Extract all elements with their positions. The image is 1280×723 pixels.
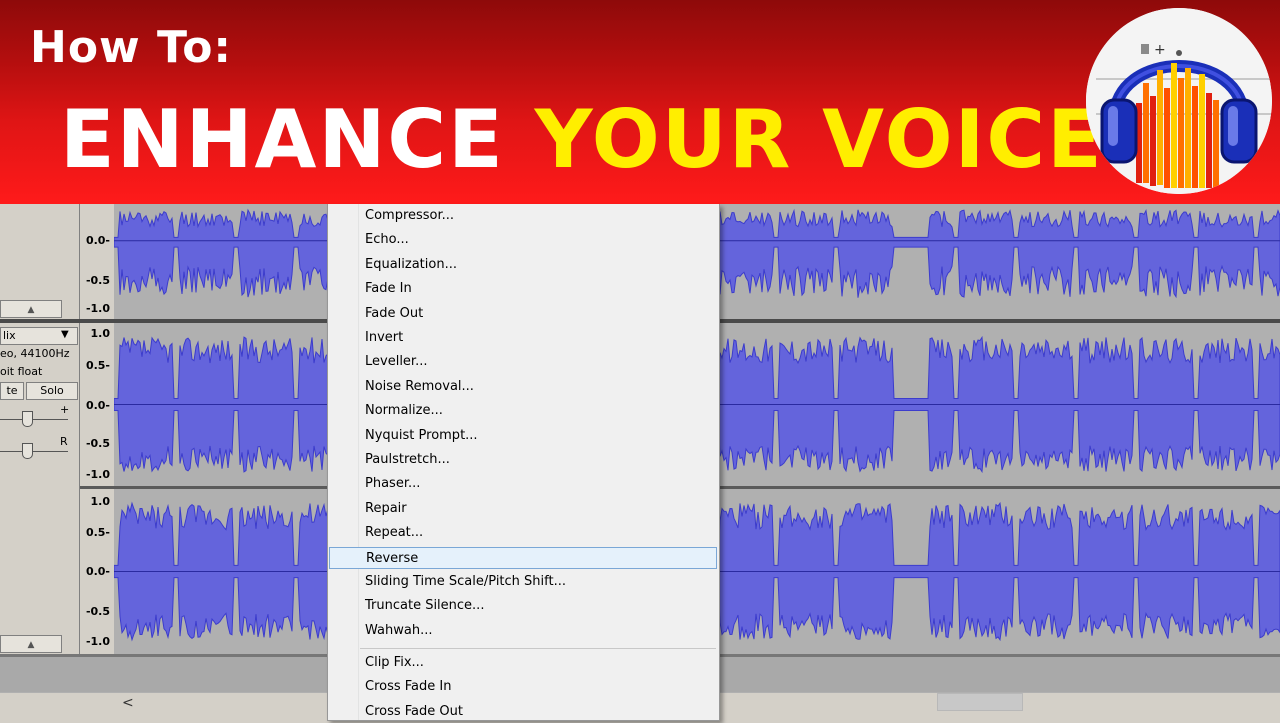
ruler-label: 0.0- <box>85 399 110 412</box>
svg-text:+: + <box>1154 42 1166 58</box>
menu-item-wahwah[interactable]: Wahwah... <box>329 620 717 642</box>
ruler-label: 0.5- <box>85 526 110 539</box>
ruler-label: 0.5- <box>85 359 110 372</box>
menu-item-normalize[interactable]: Normalize... <box>329 400 717 422</box>
ruler-label: 1.0 <box>90 327 111 340</box>
menu-item-cross-fade-out[interactable]: Cross Fade Out <box>329 701 717 723</box>
menu-item-label: Paulstretch... <box>365 452 450 467</box>
collapse-icon: ▲ <box>27 640 35 650</box>
headline: ENHANCE YOUR VOICE <box>60 92 1104 188</box>
scrollbar-thumb[interactable] <box>937 693 1023 711</box>
menu-item-reverse[interactable]: Reverse <box>329 546 717 569</box>
menu-item-label: Repeat... <box>365 525 424 541</box>
ruler-label: -1.0 <box>85 635 110 648</box>
menu-item-label: Echo... <box>365 232 409 248</box>
audacity-logo: + <box>1086 8 1272 194</box>
menu-item-label: Truncate Silence... <box>365 598 485 614</box>
menu-item-noise-removal[interactable]: Noise Removal... <box>329 376 717 398</box>
menu-item-nyquist-prompt[interactable]: Nyquist Prompt... <box>329 425 717 447</box>
menu-item-invert[interactable]: Invert <box>329 327 717 349</box>
menu-item-label: Clip Fix... <box>365 655 424 670</box>
pan-slider-track[interactable] <box>0 451 68 452</box>
mute-label: te <box>6 384 18 397</box>
solo-label: Solo <box>40 384 64 397</box>
menu-item-equalization[interactable]: Equalization... <box>329 254 717 276</box>
menu-item-echo[interactable]: Echo... <box>329 229 717 251</box>
mute-button[interactable]: te <box>0 382 24 400</box>
menu-item-label: Sliding Time Scale/Pitch Shift... <box>365 574 566 589</box>
collapse-icon: ▲ <box>27 305 35 315</box>
menu-item-repair[interactable]: Repair <box>329 498 717 520</box>
track1-control-panel: ▲ <box>0 204 80 319</box>
track2-control-panel: lix ▼ eo, 44100Hz oit float te Solo + R … <box>0 323 80 654</box>
menu-item-paulstretch[interactable]: Paulstretch... <box>329 449 717 471</box>
menu-item-label: Phaser... <box>365 476 421 492</box>
menu-item-label: Cross Fade In <box>365 679 452 695</box>
ruler-label: -1.0 <box>85 468 110 481</box>
gain-plus-label: + <box>60 403 70 416</box>
menu-item-label: Wahwah... <box>365 622 433 638</box>
menu-item-fade-out[interactable]: Fade Out <box>329 303 717 325</box>
ruler-label: -0.5 <box>85 437 110 450</box>
menu-item-cross-fade-in[interactable]: Cross Fade In <box>329 676 717 698</box>
menu-item-label: Nyquist Prompt... <box>365 427 478 443</box>
pan-right-label: R <box>60 435 68 448</box>
menu-item-truncate-silence[interactable]: Truncate Silence... <box>329 595 717 617</box>
menu-item-label: Compressor... <box>365 208 455 223</box>
ruler-label: 0.0- <box>85 234 110 247</box>
menu-item-fade-in[interactable]: Fade In <box>329 278 717 300</box>
menu-item-compressor[interactable]: Compressor... <box>329 205 717 227</box>
how-to-label: How To: <box>30 22 233 73</box>
track-name-dropdown[interactable]: lix ▼ <box>0 327 78 345</box>
ruler-label: 1.0 <box>90 495 111 508</box>
gain-slider-track[interactable] <box>0 419 68 420</box>
ruler-label: -0.5 <box>85 605 110 618</box>
dropdown-arrow-icon: ▼ <box>61 329 69 340</box>
menu-item-label: Normalize... <box>365 403 443 419</box>
track1-collapse-button[interactable]: ▲ <box>0 300 62 318</box>
solo-button[interactable]: Solo <box>26 382 78 400</box>
effect-menu: Compressor... Echo... Equalization... Fade … <box>327 204 720 721</box>
menu-item-label: Equalization... <box>365 256 457 272</box>
ruler-label: -0.5 <box>85 274 110 287</box>
track2-amplitude-ruler: 1.0 0.5- 0.0- -0.5 -1.0 <box>80 323 115 486</box>
menu-item-sliding-time-scale-pitch-shift[interactable]: Sliding Time Scale/Pitch Shift... <box>329 571 717 593</box>
track3-amplitude-ruler: 1.0 0.5- 0.0- -0.5 -1.0 <box>80 489 115 654</box>
ruler-label: -1.0 <box>85 302 110 315</box>
menu-item-label: Repair <box>365 500 407 516</box>
track1-amplitude-ruler: 0.0- -0.5 -1.0 <box>80 204 115 319</box>
menu-item-label: Cross Fade Out <box>365 703 463 719</box>
menu-item-label: Fade Out <box>365 305 424 321</box>
menu-separator <box>360 648 716 649</box>
menu-item-label: Reverse <box>366 550 419 566</box>
menu-item-label: Fade In <box>365 281 412 297</box>
menu-item-phaser[interactable]: Phaser... <box>329 473 717 495</box>
track-format: eo, 44100Hz <box>0 347 70 360</box>
headline-your-voice: YOUR VOICE <box>534 93 1104 186</box>
track2-collapse-button[interactable]: ▲ <box>0 635 62 653</box>
ruler-label: 0.0- <box>85 565 110 578</box>
track-name: lix <box>3 329 16 342</box>
pan-slider-thumb[interactable] <box>22 443 33 459</box>
menu-item-label: Invert <box>365 330 404 345</box>
menu-item-leveller[interactable]: Leveller... <box>329 351 717 373</box>
gain-slider-thumb[interactable] <box>22 411 33 427</box>
menu-item-repeat[interactable]: Repeat... <box>329 522 717 544</box>
menu-item-clip-fix[interactable]: Clip Fix... <box>329 652 717 674</box>
scroll-left-arrow-icon[interactable]: < <box>122 695 134 711</box>
menu-item-label: Noise Removal... <box>365 378 474 394</box>
headline-enhance: ENHANCE <box>60 93 505 186</box>
menu-item-label: Leveller... <box>365 354 428 370</box>
headphones-waveform-logo-icon: + <box>1086 8 1272 194</box>
track-bit-depth: oit float <box>0 365 43 378</box>
